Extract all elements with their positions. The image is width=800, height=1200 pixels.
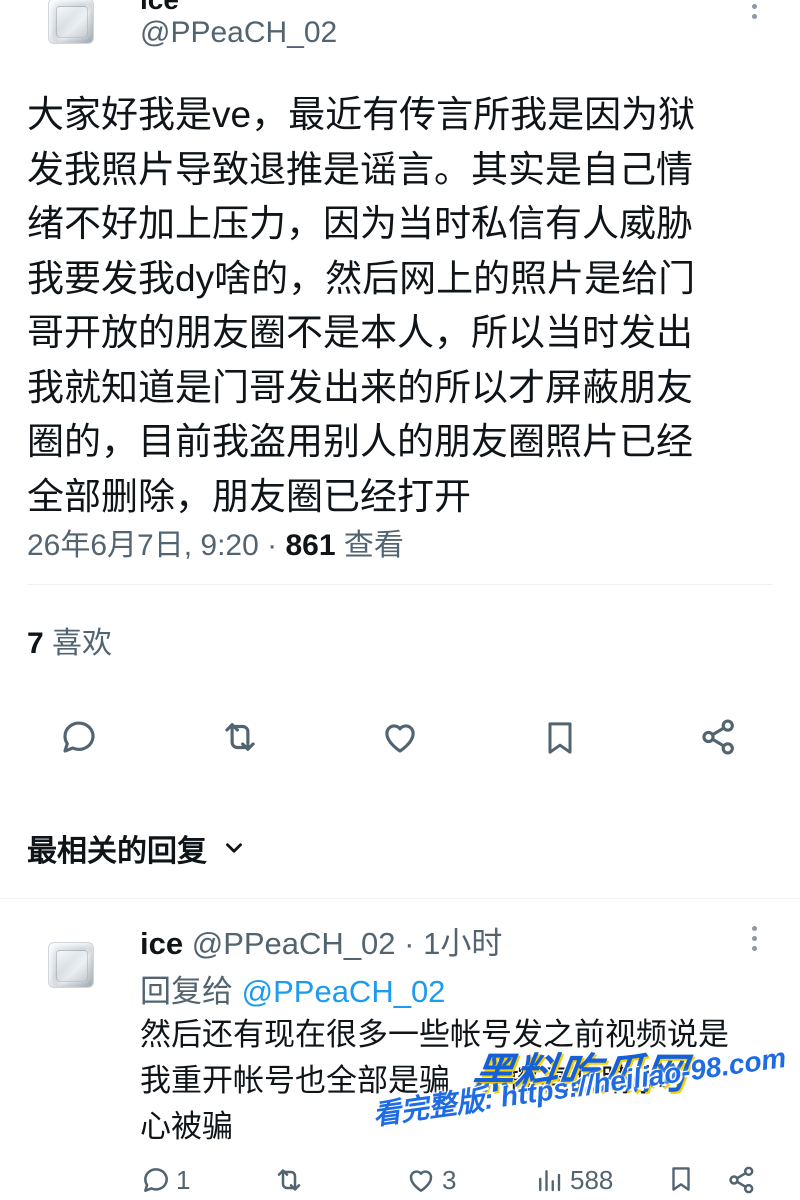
views-count: 861 [285,529,336,562]
tweet-timestamp[interactable]: 26年6月7日, 9:20 · [27,529,285,562]
chevron-down-icon [221,835,247,861]
like-icon [404,1164,438,1196]
reply-icon [140,1164,172,1196]
reply-view-count: 588 [570,1164,614,1195]
reply-retweet-icon[interactable] [272,1164,306,1196]
likes-summary[interactable]: 7 喜欢 [27,618,112,662]
like-icon[interactable] [378,716,422,758]
replies-sort-label: 最相关的回复 [27,835,207,868]
reply-author-name[interactable]: ice [140,926,183,961]
likes-count: 7 [27,627,44,660]
analytics-icon [534,1164,564,1196]
more-options-icon[interactable] [752,4,758,24]
retweet-icon[interactable] [218,716,262,758]
reply-replying-to: 回复给 @PPeaCH_02 [140,966,445,1011]
tweet-text-line: 哥开放的朋友圈不是本人，所以当时发出 [27,312,693,353]
reply-icon[interactable] [58,716,100,758]
reply-reply-button[interactable]: 1 [140,1164,190,1196]
author-name[interactable]: ice [140,0,179,16]
divider [0,898,800,899]
reply-author-handle[interactable]: @PPeaCH_02 [192,926,396,961]
tweet-text-line: 全部删除，朋友圈已经打开 [27,475,471,517]
views-label: 查看 [335,529,404,562]
tweet-text-line: 绪不好加上压力，因为当时私信有人威胁 [27,203,693,244]
reply-count: 1 [176,1164,191,1195]
avatar[interactable] [48,0,94,44]
reply-like-count: 3 [442,1164,457,1195]
tweet-text: 大家好我是ve，最近有传言所我是因为狱 发我照片导致退推是谣言。其实是自己情 绪… [27,88,787,524]
author-handle[interactable]: @PPeaCH_02 [140,16,337,50]
reply-more-options-icon[interactable] [752,926,758,956]
reply-like-button[interactable]: 3 [404,1164,456,1196]
tweet-meta: 26年6月7日, 9:20 · 861 查看 [27,520,404,564]
tweet-text-line: 发我照片导致退推是谣言。其实是自己情 [27,148,693,190]
tweet-text-line: 我就知道是门哥发出来的所以才屏蔽朋友 [27,366,693,408]
reply-share-icon[interactable] [726,1164,758,1196]
tweet-text-line: 大家好我是ve，最近有传言所我是因为狱 [27,94,696,135]
divider [27,584,773,585]
tweet-text-line: 我要发我dy啥的，然后网上的照片是给门 [27,257,696,299]
tweet-text-line: 圈的，目前我盗用别人的朋友圈照片已经 [27,421,693,462]
replying-to-label: 回复给 [140,974,242,1009]
reply-bookmark-icon[interactable] [666,1162,696,1196]
reply-avatar[interactable] [48,942,94,988]
reply-header: ice @PPeaCH_02 · 1小时 [140,918,502,963]
replies-sort-toggle[interactable]: 最相关的回复 [27,826,247,870]
replying-to-handle-link[interactable]: @PPeaCH_02 [242,974,446,1009]
bookmark-icon[interactable] [540,716,580,760]
share-icon[interactable] [698,716,740,758]
reply-views-button[interactable]: 588 [534,1164,613,1196]
reply-time[interactable]: · 1小时 [396,926,502,961]
likes-label: 喜欢 [43,627,113,660]
